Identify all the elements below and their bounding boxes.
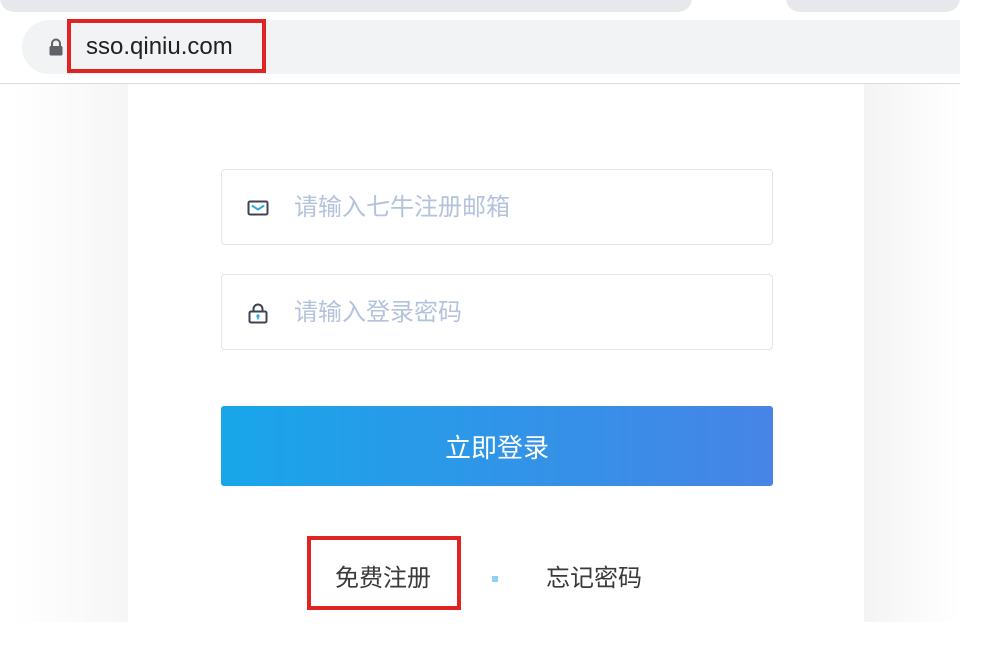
login-card: 立即登录 免费注册 忘记密码 xyxy=(128,84,864,622)
page: sso.qiniu.com 请输入七牛注册邮箱 立即登录 免费注册 忘记密码 xyxy=(0,0,992,656)
forgot-password-link[interactable]: 忘记密码 xyxy=(546,562,642,594)
browser-tab[interactable] xyxy=(0,0,692,12)
background-shade-left xyxy=(10,84,128,622)
password-input[interactable] xyxy=(294,275,754,349)
link-separator xyxy=(492,576,498,582)
background-shade-right xyxy=(864,84,960,622)
lock-icon xyxy=(246,301,270,325)
email-input[interactable] xyxy=(294,170,754,244)
browser-tab-strip xyxy=(0,0,960,20)
url-highlight-box xyxy=(67,19,266,73)
login-button[interactable]: 立即登录 xyxy=(221,406,773,486)
browser-tab[interactable] xyxy=(786,0,960,12)
password-field[interactable] xyxy=(221,274,773,350)
email-field[interactable] xyxy=(221,169,773,245)
mail-icon xyxy=(246,196,270,220)
register-highlight-box xyxy=(307,536,461,610)
lock-icon[interactable] xyxy=(48,38,64,56)
links-row: 免费注册 忘记密码 xyxy=(128,562,864,602)
